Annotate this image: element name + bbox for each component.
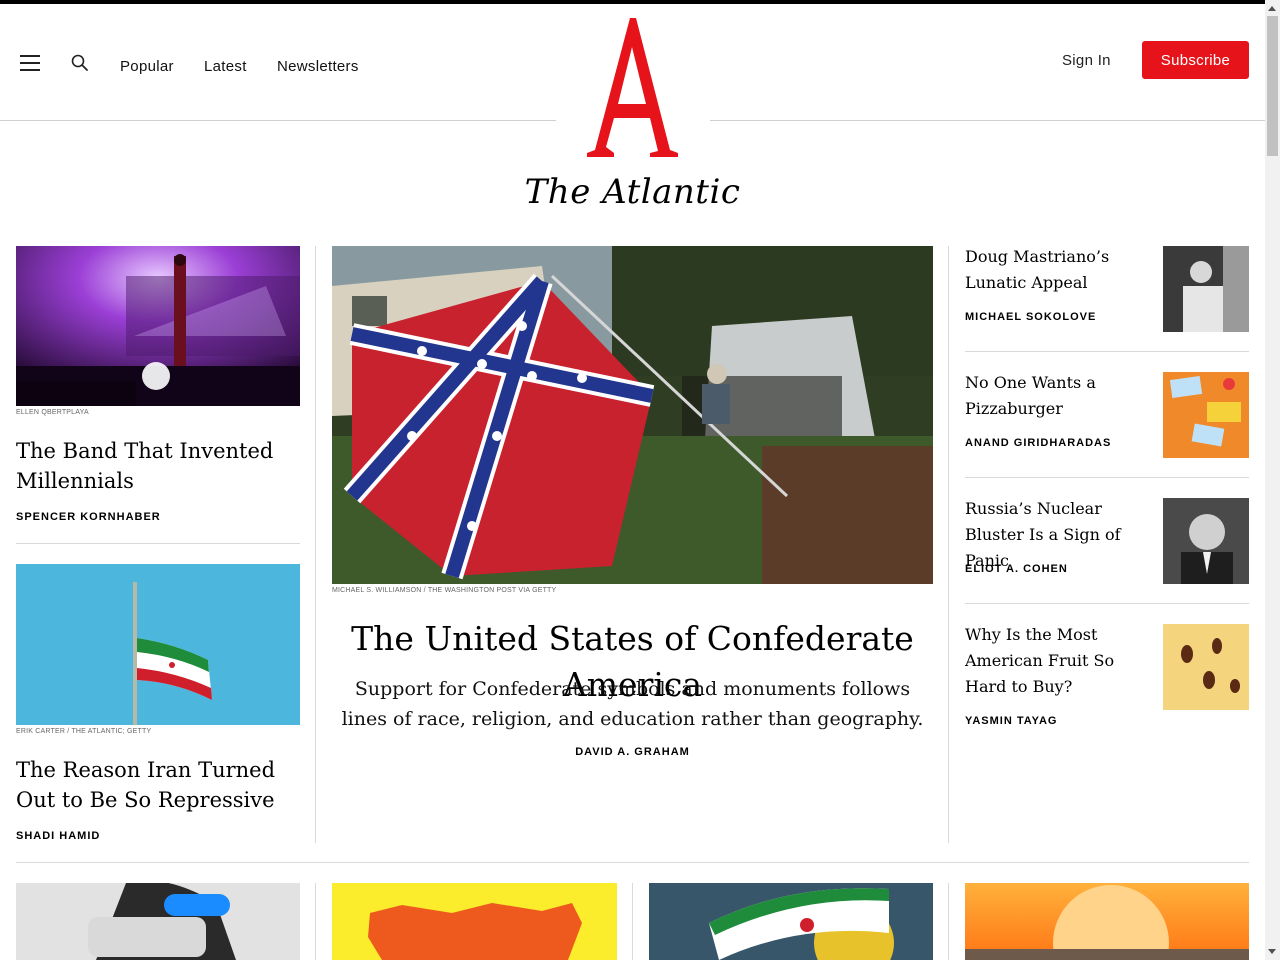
nav-newsletters[interactable]: Newsletters [277,58,359,75]
lead-byline[interactable]: DAVID A. GRAHAM [332,746,933,758]
story-byline[interactable]: ELIOT A. COHEN [965,563,1068,575]
page-scrollbar[interactable] [1265,0,1280,960]
scroll-up-icon[interactable] [1268,6,1276,11]
lead-dek: Support for Confederate symbols and monu… [341,678,924,730]
menu-icon[interactable] [20,55,40,71]
story-byline[interactable]: SHADI HAMID [16,830,100,842]
putin-photo[interactable] [1163,498,1249,584]
header-rule-left [0,120,556,121]
story-divider [965,351,1249,352]
story-headline[interactable]: No One Wants a Pizzaburger [965,370,1145,422]
subscribe-button[interactable]: Subscribe [1142,41,1249,79]
column-divider [315,246,316,843]
scroll-down-icon[interactable] [1268,949,1276,954]
column-divider [948,883,949,960]
header-rule-right [710,120,1265,121]
story-headline[interactable]: The Band That Invented Millennials [16,436,300,496]
story-headline[interactable]: Doug Mastriano’s Lunatic Appeal [965,244,1145,296]
story-byline[interactable]: MICHAEL SOKOLOVE [965,311,1096,323]
story-divider [965,477,1249,478]
search-icon[interactable] [70,53,90,73]
story-divider [16,543,300,544]
pawpaw-photo[interactable] [1163,624,1249,710]
atlantic-a-logo[interactable] [584,14,680,160]
story-headline[interactable]: Why Is the Most American Fruit So Hard t… [965,622,1145,700]
column-divider [948,246,949,843]
nav-latest[interactable]: Latest [204,58,247,75]
story-byline[interactable]: YASMIN TAYAG [965,715,1058,727]
iran-flag-photo[interactable] [16,564,300,725]
nav-popular[interactable]: Popular [120,58,174,75]
section-divider [16,862,1249,863]
story-byline[interactable]: SPENCER KORNHABER [16,511,161,523]
concert-photo[interactable] [16,246,300,406]
lead-photo[interactable] [332,246,933,584]
scroll-thumb[interactable] [1267,16,1278,156]
story-divider [965,603,1249,604]
sign-in-link[interactable]: Sign In [1062,52,1111,69]
story-byline[interactable]: ANAND GIRIDHARADAS [965,437,1111,449]
sunset-photo[interactable] [965,883,1249,960]
mastriano-photo[interactable] [1163,246,1249,332]
pizzaburger-illustration[interactable] [1163,372,1249,458]
map-illustration[interactable] [332,883,617,960]
column-divider [315,883,316,960]
texting-illustration[interactable] [16,883,300,960]
column-divider [632,883,633,960]
iran-protest-photo[interactable] [649,883,933,960]
photo-credit: MICHAEL S. WILLIAMSON / THE WASHINGTON P… [332,587,557,594]
photo-credit: ELLEN QBERTPLAYA [16,409,89,416]
logo-wordmark[interactable]: The Atlantic [0,172,1265,212]
story-headline[interactable]: The Reason Iran Turned Out to Be So Repr… [16,755,300,815]
photo-credit: ERIK CARTER / THE ATLANTIC; GETTY [16,728,152,735]
